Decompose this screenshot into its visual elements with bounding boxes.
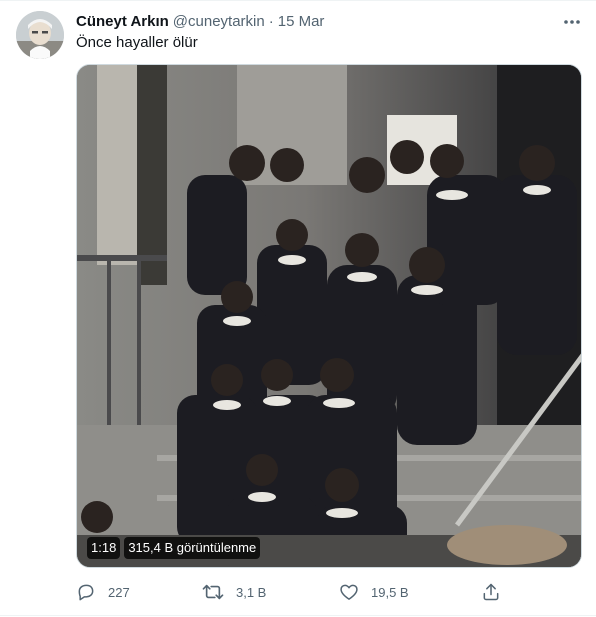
author-handle[interactable]: @cuneytarkin	[173, 13, 265, 30]
tweet-card[interactable]: Cüneyt Arkın @cuneytarkin · 15 Mar Önce …	[0, 0, 596, 617]
more-button[interactable]	[558, 8, 586, 36]
video-info: 1:18 315,4 B görüntülenme	[87, 537, 261, 559]
top-divider	[0, 0, 596, 1]
video-duration: 1:18	[87, 537, 121, 559]
reply-icon	[78, 584, 94, 601]
author-name[interactable]: Cüneyt Arkın	[76, 13, 169, 30]
retweet-icon	[202, 584, 224, 600]
like-button[interactable]: 19,5 B	[339, 580, 409, 604]
video-player[interactable]: 1:18 315,4 B görüntülenme	[76, 64, 582, 568]
like-count: 19,5 B	[371, 584, 409, 600]
avatar[interactable]	[16, 11, 64, 59]
more-icon	[564, 20, 580, 24]
share-button[interactable]	[481, 580, 501, 604]
retweet-count: 3,1 B	[236, 584, 267, 600]
video-frame	[77, 65, 581, 567]
tweet-text: Önce hayaller ölür	[76, 34, 198, 51]
tweet-header: Cüneyt Arkın @cuneytarkin · 15 Mar	[76, 11, 324, 31]
heart-icon	[340, 584, 358, 600]
retweet-button[interactable]: 3,1 B	[202, 580, 266, 604]
bottom-divider	[0, 615, 596, 616]
video-views: 315,4 B görüntülenme	[124, 537, 261, 559]
reply-button[interactable]: 227	[76, 580, 130, 604]
tweet-date[interactable]: 15 Mar	[278, 13, 325, 30]
reply-count: 227	[108, 584, 130, 600]
separator-dot: ·	[268, 12, 274, 30]
action-bar: 227 3,1 B 19,5 B	[76, 580, 582, 604]
share-icon	[483, 583, 499, 601]
